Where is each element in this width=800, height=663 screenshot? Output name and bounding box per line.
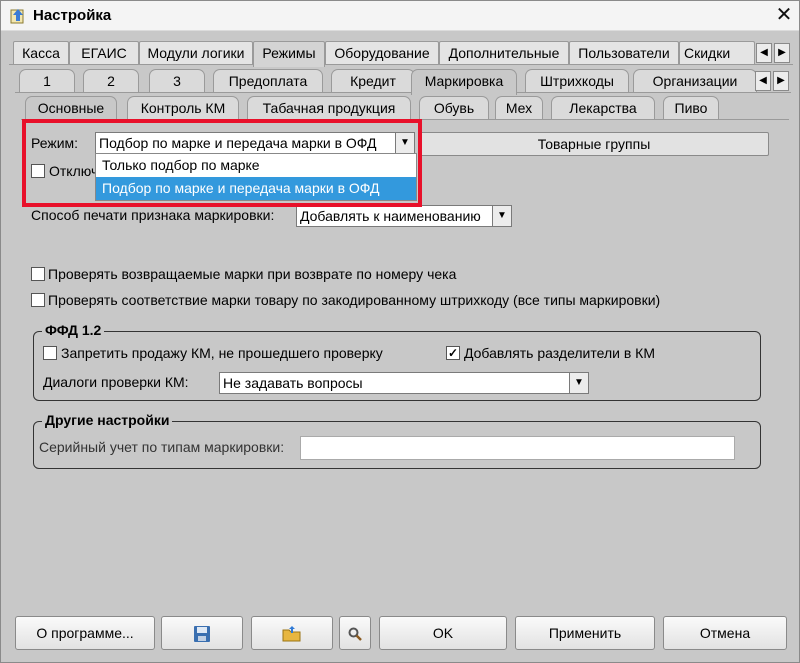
chevron-down-icon[interactable]: ▼ — [492, 206, 511, 226]
tab-fur[interactable]: Мех — [495, 96, 543, 120]
add-separators-checkbox[interactable]: ✓ — [446, 346, 460, 360]
tab-marking[interactable]: Маркировка — [411, 69, 517, 95]
close-icon[interactable]: ✕ — [773, 3, 795, 27]
sub-tab-strip: 1 2 3 Предоплата Кредит Маркировка Штрих… — [19, 69, 759, 95]
load-button[interactable] — [251, 616, 333, 650]
mark-match-checkbox[interactable] — [31, 293, 45, 307]
tab-organizations[interactable]: Организации — [633, 69, 757, 93]
tab-egais[interactable]: ЕГАИС — [69, 41, 139, 65]
sub-tabs-scroll-left[interactable]: ◀ — [755, 71, 771, 91]
sub-tabs-scroll-right[interactable]: ▶ — [773, 71, 789, 91]
returned-marks-checkbox[interactable] — [31, 267, 45, 281]
sub-tab-baseline — [15, 92, 791, 93]
tab-1[interactable]: 1 — [19, 69, 75, 93]
tab-modes[interactable]: Режимы — [253, 41, 325, 67]
tab-users[interactable]: Пользователи — [569, 41, 679, 65]
main-tabs-scroll-right[interactable]: ▶ — [774, 43, 790, 63]
search-button[interactable] — [339, 616, 371, 650]
tab-kassa[interactable]: Касса — [13, 41, 69, 65]
print-method-select[interactable]: Добавлять к наименованию ▼ — [296, 205, 512, 227]
forbid-sale-checkbox[interactable] — [43, 346, 57, 360]
settings-app-icon — [10, 9, 24, 24]
about-button[interactable]: О программе... — [15, 616, 155, 650]
main-tab-strip: Касса ЕГАИС Модули логики Режимы Оборудо… — [13, 41, 793, 67]
serial-accounting-label: Серийный учет по типам маркировки: — [39, 439, 285, 455]
returned-marks-label: Проверять возвращаемые марки при возврат… — [48, 266, 457, 282]
dialogs-select-value: Не задавать вопросы — [223, 375, 363, 391]
tab-credit[interactable]: Кредит — [331, 69, 415, 93]
tab-2[interactable]: 2 — [83, 69, 139, 93]
folder-open-icon — [282, 626, 301, 642]
red-highlight-frame — [22, 119, 422, 207]
ok-button[interactable]: OK — [379, 616, 507, 650]
window-title: Настройка — [33, 7, 112, 24]
tab-3[interactable]: 3 — [149, 69, 205, 93]
tab-prepayment[interactable]: Предоплата — [213, 69, 323, 93]
tab-tobacco[interactable]: Табачная продукция — [247, 96, 411, 120]
tab-beer[interactable]: Пиво — [663, 96, 719, 120]
tab-additional[interactable]: Дополнительные — [439, 41, 569, 65]
tab-discounts[interactable]: Скидки — [679, 41, 755, 65]
tab-shoes[interactable]: Обувь — [419, 96, 489, 120]
title-bar: Настройка ✕ — [1, 1, 799, 31]
mark-match-label: Проверять соответствие марки товару по з… — [48, 292, 661, 308]
forbid-sale-label: Запретить продажу КМ, не прошедшего пров… — [61, 345, 383, 361]
serial-accounting-input[interactable] — [300, 436, 735, 460]
tab-logic-modules[interactable]: Модули логики — [139, 41, 253, 65]
other-settings-title: Другие настройки — [42, 412, 173, 428]
chevron-down-icon[interactable]: ▼ — [569, 373, 588, 393]
tab-medicines[interactable]: Лекарства — [551, 96, 655, 120]
tab-barcodes[interactable]: Штрихкоды — [525, 69, 629, 93]
tab-km-control[interactable]: Контроль КМ — [127, 96, 239, 120]
print-method-value: Добавлять к наименованию — [300, 208, 481, 224]
inner-tab-strip: Основные Контроль КМ Табачная продукция … — [25, 96, 745, 122]
main-tab-baseline — [9, 64, 793, 65]
save-button[interactable] — [161, 616, 243, 650]
cancel-button[interactable]: Отмена — [663, 616, 787, 650]
ffd-group-title: ФФД 1.2 — [42, 322, 105, 338]
add-separators-label: Добавлять разделители в КМ — [464, 345, 655, 361]
tab-equipment[interactable]: Оборудование — [325, 41, 439, 65]
dialogs-label: Диалоги проверки КМ: — [43, 374, 189, 390]
magnifier-icon — [348, 627, 362, 641]
apply-button[interactable]: Применить — [515, 616, 655, 650]
main-tabs-scroll-left[interactable]: ◀ — [756, 43, 772, 63]
dialogs-select[interactable]: Не задавать вопросы ▼ — [219, 372, 589, 394]
print-method-label: Способ печати признака маркировки: — [31, 207, 275, 223]
settings-window: Настройка ✕ Касса ЕГАИС Модули логики Ре… — [0, 0, 800, 663]
product-groups-button[interactable]: Товарные группы — [419, 132, 769, 156]
floppy-disk-icon — [194, 626, 210, 642]
